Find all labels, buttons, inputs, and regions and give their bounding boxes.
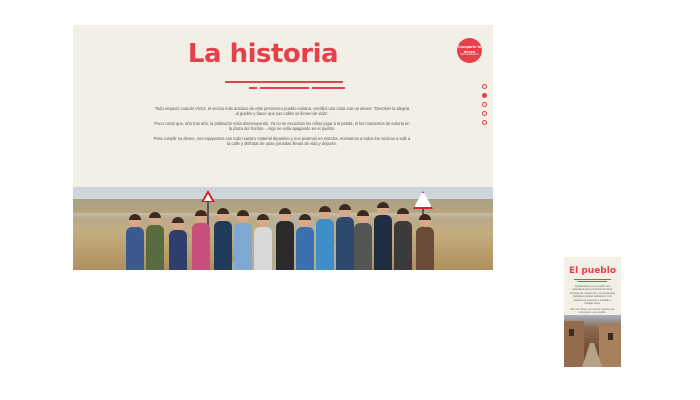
page-title: La historia	[187, 39, 339, 69]
mobile-title: El pueblo	[568, 266, 617, 276]
village-street-photo	[564, 315, 621, 367]
hiker-hair	[279, 208, 291, 214]
desktop-mockup: La historia Comparte tu deseo #deseosdeA…	[73, 25, 493, 270]
hiker-body	[296, 227, 314, 270]
hiker-body	[214, 221, 232, 270]
hiker-hair	[299, 214, 311, 220]
hiker-body	[146, 225, 164, 270]
hiker-body	[254, 227, 272, 270]
nav-dot-3[interactable]	[482, 102, 487, 107]
mobile-paragraph-1: Quintanarejo es un pueblo con naturaleza…	[570, 285, 615, 306]
hiker-body	[354, 223, 372, 270]
mobile-underline-top	[574, 279, 611, 280]
title-underline-top	[225, 81, 343, 83]
share-wish-hashtag: #deseosdeAmbi	[460, 53, 479, 56]
hiker-body	[234, 223, 252, 270]
nav-dot-5[interactable]	[482, 120, 487, 125]
photo-wall-right	[599, 325, 621, 367]
hiker-hair	[172, 217, 184, 223]
hiker-hair	[195, 210, 207, 216]
hiker-body	[316, 219, 334, 270]
title-underline-bottom	[249, 87, 345, 89]
mobile-underline-bottom	[578, 281, 607, 282]
photo-window	[608, 333, 613, 340]
hiker-hair	[339, 204, 351, 210]
hiker-hair	[129, 214, 141, 220]
story-paragraph-3: Para cumplir su deseo, nos equipamos con…	[153, 136, 411, 147]
nav-dot-2[interactable]	[482, 93, 487, 98]
photo-window	[569, 329, 574, 336]
hikers-photo	[73, 187, 493, 270]
hiker-body	[192, 223, 210, 270]
hiker-body	[276, 221, 294, 270]
share-wish-button[interactable]: Comparte tu deseo #deseosdeAmbi	[457, 38, 482, 63]
nav-dot-1[interactable]	[482, 84, 487, 89]
hiker-body	[336, 217, 354, 270]
hikers-group-illustration	[126, 202, 434, 270]
hiker-hair	[149, 212, 161, 218]
hiker-hair	[357, 210, 369, 216]
mobile-paragraph-2: Allí vive Víctor, uno de los vecinos que…	[570, 307, 615, 315]
hiker-body	[416, 227, 434, 270]
hiker-hair	[217, 208, 229, 214]
hiker-hair	[377, 202, 389, 208]
story-paragraph-2: Poco contó que, año tras año, la poblaci…	[154, 121, 410, 132]
mobile-text: Quintanarejo es un pueblo con naturaleza…	[570, 285, 615, 317]
section-nav-dots	[482, 84, 490, 129]
hiker-hair	[237, 210, 249, 216]
hiker-body	[394, 221, 412, 270]
hiker-hair	[257, 214, 269, 220]
story-text: Todo empezó cuando Víctor, el vecino más…	[153, 106, 411, 151]
hiker-hair	[397, 208, 409, 214]
hiker-body	[374, 215, 392, 270]
nav-dot-4[interactable]	[482, 111, 487, 116]
photo-wall-left	[564, 321, 584, 367]
hiker-hair	[419, 214, 431, 220]
story-paragraph-1: Todo empezó cuando Víctor, el vecino más…	[154, 106, 410, 117]
hiker-body	[126, 227, 144, 270]
hiker-body	[169, 230, 187, 270]
mobile-mockup: El pueblo Quintanarejo es un pueblo con …	[564, 257, 621, 367]
hiker-hair	[319, 206, 331, 212]
